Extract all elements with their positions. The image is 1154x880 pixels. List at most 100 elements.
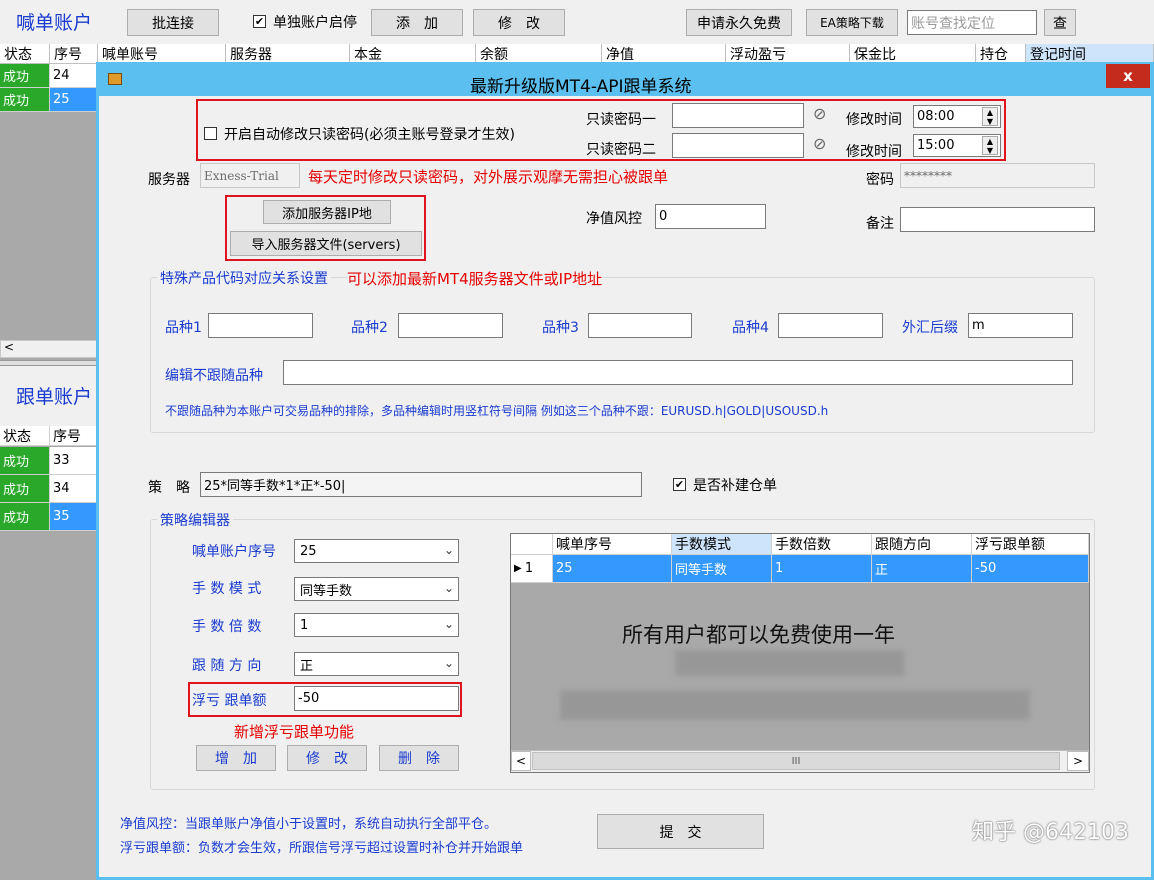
table-header[interactable]: 跟随方向 bbox=[872, 534, 972, 555]
search-button[interactable]: 查 bbox=[1044, 9, 1076, 36]
follower-row-index[interactable]: 34 bbox=[50, 475, 98, 503]
scroll-left-icon[interactable]: < bbox=[511, 751, 531, 771]
grid-header-status[interactable]: 状态 bbox=[0, 44, 50, 64]
lot-multiplier-select[interactable]: 1 ⌄ bbox=[294, 613, 459, 637]
fx-suffix-input[interactable]: m bbox=[968, 313, 1073, 338]
splitter[interactable] bbox=[0, 360, 98, 366]
import-server-file-button[interactable]: 导入服务器文件(servers) bbox=[230, 231, 422, 256]
lot-multiplier-label: 手 数 倍 数 bbox=[192, 619, 262, 635]
password-input[interactable]: ******** bbox=[900, 163, 1095, 188]
symbol3-input[interactable] bbox=[588, 313, 692, 338]
note-label: 备注 bbox=[866, 216, 894, 232]
caller-index-label: 喊单账户序号 bbox=[192, 544, 276, 560]
add-button[interactable]: 添 加 bbox=[371, 9, 463, 36]
strategy-add-button[interactable]: 增 加 bbox=[196, 745, 276, 771]
modify-time1-label: 修改时间 bbox=[846, 112, 902, 128]
lot-mode-select[interactable]: 同等手数 ⌄ bbox=[294, 577, 459, 601]
add-server-ip-button[interactable]: 添加服务器IP地 bbox=[263, 200, 391, 224]
note-input[interactable] bbox=[900, 207, 1095, 232]
time2-spinner[interactable]: ▲ ▼ bbox=[982, 136, 998, 155]
grid-header-account[interactable]: 喊单账号 bbox=[98, 44, 226, 64]
lot-mode-value: 同等手数 bbox=[300, 583, 353, 599]
table-header[interactable]: 手数倍数 bbox=[772, 534, 872, 555]
ea-download-button[interactable]: EA策略下载 bbox=[806, 9, 898, 36]
overlay-text: 所有用户都可以免费使用一年 bbox=[622, 623, 895, 647]
symbol2-input[interactable] bbox=[398, 313, 503, 338]
follower-header-status[interactable]: 状态 bbox=[0, 426, 50, 446]
table-row[interactable]: 同等手数 bbox=[672, 555, 772, 583]
table-row[interactable]: 25 bbox=[553, 555, 672, 583]
grid-header-reg-time[interactable]: 登记时间 bbox=[1026, 44, 1154, 64]
equity-risk-input[interactable]: 0 bbox=[655, 204, 766, 229]
close-icon[interactable]: x bbox=[1106, 64, 1150, 88]
float-loss-input[interactable]: -50 bbox=[294, 686, 459, 711]
symbol1-input[interactable] bbox=[208, 313, 313, 338]
single-toggle-checkbox[interactable]: ✔ bbox=[253, 15, 266, 28]
strategy-input[interactable]: 25*同等手数*1*正*-50| bbox=[200, 472, 642, 497]
refill-checkbox[interactable]: ✔ bbox=[673, 478, 686, 491]
table-row-header[interactable]: ▶ 1 bbox=[511, 555, 553, 583]
grid-header-server[interactable]: 服务器 bbox=[226, 44, 350, 64]
modify-button[interactable]: 修 改 bbox=[473, 9, 565, 36]
follower-row-status[interactable]: 成功 bbox=[0, 503, 50, 531]
ro-password1-input[interactable] bbox=[672, 103, 804, 128]
table-corner bbox=[511, 534, 553, 555]
symbol4-input[interactable] bbox=[778, 313, 883, 338]
time1-spinner[interactable]: ▲ ▼ bbox=[982, 107, 998, 126]
follower-row-index[interactable]: 33 bbox=[50, 447, 98, 475]
blurred-text bbox=[560, 690, 1030, 720]
follower-row-status[interactable]: 成功 bbox=[0, 475, 50, 503]
caller-row-index[interactable]: 24 bbox=[50, 64, 98, 88]
grid-header-equity[interactable]: 净值 bbox=[602, 44, 726, 64]
strategy-delete-button[interactable]: 删 除 bbox=[379, 745, 459, 771]
scroll-left-icon[interactable]: < bbox=[4, 340, 14, 354]
ro-password2-label: 只读密码二 bbox=[586, 142, 656, 158]
lot-multiplier-value: 1 bbox=[300, 617, 309, 633]
new-feature-note: 新增浮亏跟单功能 bbox=[234, 723, 355, 741]
eye-hidden-icon[interactable]: ⊘ bbox=[813, 134, 826, 153]
caller-accounts-title: 喊单账户 bbox=[16, 12, 93, 34]
caller-row-index[interactable]: 25 bbox=[50, 88, 98, 112]
eye-hidden-icon[interactable]: ⊘ bbox=[813, 104, 826, 123]
follow-direction-select[interactable]: 正 ⌄ bbox=[294, 652, 459, 676]
table-row[interactable]: 正 bbox=[872, 555, 972, 583]
caller-row-status[interactable]: 成功 bbox=[0, 88, 50, 112]
table-scroll-thumb[interactable]: III bbox=[532, 752, 1060, 770]
caller-index-select[interactable]: 25 ⌄ bbox=[294, 539, 459, 563]
grid-header-index[interactable]: 序号 bbox=[50, 44, 98, 64]
batch-connect-button[interactable]: 批连接 bbox=[127, 9, 219, 36]
server-input[interactable]: Exness-Trial bbox=[200, 163, 300, 188]
follower-header-index[interactable]: 序号 bbox=[50, 426, 98, 446]
grid-header-balance[interactable]: 余额 bbox=[476, 44, 602, 64]
exclude-symbols-hint: 不跟随品种为本账户可交易品种的排除，多品种编辑时用竖杠符号间隔 例如这三个品种不… bbox=[165, 404, 829, 418]
auto-password-label: 开启自动修改只读密码(必须主账号登录才生效) bbox=[224, 127, 515, 143]
symbol3-label: 品种3 bbox=[542, 320, 579, 336]
table-row-number: 1 bbox=[524, 561, 534, 576]
auto-password-checkbox[interactable] bbox=[204, 127, 217, 140]
ro-password2-input[interactable] bbox=[672, 133, 804, 158]
table-header[interactable]: 喊单序号 bbox=[553, 534, 672, 555]
follower-row-status[interactable]: 成功 bbox=[0, 447, 50, 475]
symbol2-label: 品种2 bbox=[351, 320, 388, 336]
exclude-symbols-input[interactable] bbox=[283, 360, 1073, 385]
follower-row-index[interactable]: 35 bbox=[50, 503, 98, 531]
strategy-modify-button[interactable]: 修 改 bbox=[287, 745, 367, 771]
grid-header-principal[interactable]: 本金 bbox=[350, 44, 476, 64]
table-row[interactable]: -50 bbox=[972, 555, 1089, 583]
account-search-input[interactable]: 账号查找定位 bbox=[907, 10, 1037, 35]
grid-header-margin-ratio[interactable]: 保金比 bbox=[850, 44, 976, 64]
table-header[interactable]: 手数模式 bbox=[672, 534, 772, 555]
table-row[interactable]: 1 bbox=[772, 555, 872, 583]
table-header[interactable]: 浮亏跟单额 bbox=[972, 534, 1089, 555]
scroll-right-icon[interactable]: > bbox=[1067, 751, 1089, 771]
horizontal-scrollbar[interactable] bbox=[0, 340, 98, 358]
apply-free-button[interactable]: 申请永久免费 bbox=[686, 9, 792, 36]
caller-row-status[interactable]: 成功 bbox=[0, 64, 50, 88]
submit-button[interactable]: 提 交 bbox=[597, 814, 764, 849]
grid-header-positions[interactable]: 持仓 bbox=[976, 44, 1026, 64]
refill-label: 是否补建仓单 bbox=[693, 478, 777, 494]
special-product-title: 特殊产品代码对应关系设置 bbox=[157, 268, 331, 288]
grid-header-floating-pl[interactable]: 浮动盈亏 bbox=[726, 44, 850, 64]
app-icon bbox=[108, 73, 122, 85]
password-label: 密码 bbox=[866, 172, 894, 188]
